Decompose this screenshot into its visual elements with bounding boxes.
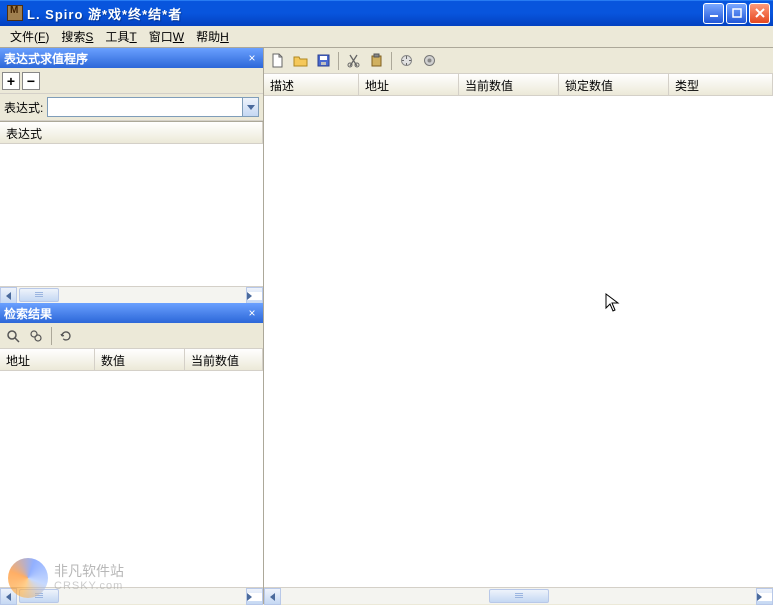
scroll-left-button[interactable] — [0, 588, 17, 605]
menu-window[interactable]: 窗口W — [143, 26, 190, 47]
pane-header-eval[interactable]: 表达式求值程序 × — [0, 48, 263, 68]
new-file-icon[interactable] — [266, 50, 288, 72]
main-col-description[interactable]: 描述 — [264, 74, 359, 95]
results-toolbar — [0, 323, 263, 349]
scroll-right-button[interactable] — [246, 287, 263, 304]
results-col-current[interactable]: 当前数值 — [185, 349, 263, 370]
save-file-icon[interactable] — [312, 50, 334, 72]
expression-dropdown-button[interactable] — [243, 97, 259, 117]
main-toolbar — [264, 48, 773, 74]
remove-expression-button[interactable]: − — [22, 72, 40, 90]
add-expression-button[interactable]: + — [2, 72, 20, 90]
results-hscroll — [0, 587, 263, 604]
expression-label: 表达式: — [4, 99, 43, 116]
eval-col-expression[interactable]: 表达式 — [0, 122, 263, 143]
pane-eval-close-icon[interactable]: × — [245, 51, 259, 65]
eval-hscroll — [0, 286, 263, 303]
main-col-type[interactable]: 类型 — [669, 74, 773, 95]
expression-input[interactable] — [47, 97, 243, 117]
refresh-tool-icon[interactable] — [55, 325, 77, 347]
menu-search[interactable]: 搜索S — [55, 26, 99, 47]
pane-results-title: 检索结果 — [4, 305, 52, 322]
main-col-current-value[interactable]: 当前数值 — [459, 74, 559, 95]
main-panel: 描述 地址 当前数值 锁定数值 类型 — [264, 48, 773, 604]
menu-bar: 文件(F) 搜索S 工具T 窗口W 帮助H — [0, 26, 773, 48]
main-col-locked-value[interactable]: 锁定数值 — [559, 74, 669, 95]
results-col-value[interactable]: 数值 — [95, 349, 185, 370]
paste-icon[interactable] — [365, 50, 387, 72]
scroll-right-button[interactable] — [756, 588, 773, 605]
title-bar: L. Spiro 游*戏*终*结*者 — [0, 0, 773, 26]
scroll-left-button[interactable] — [264, 588, 281, 605]
search-tool-icon[interactable] — [2, 325, 24, 347]
minimize-button[interactable] — [703, 3, 724, 24]
menu-help[interactable]: 帮助H — [190, 26, 235, 47]
menu-tools[interactable]: 工具T — [99, 26, 142, 47]
pane-eval-title: 表达式求值程序 — [4, 50, 88, 67]
main-col-address[interactable]: 地址 — [359, 74, 459, 95]
subsearch-tool-icon[interactable] — [25, 325, 47, 347]
scrollbar-track[interactable] — [281, 588, 756, 604]
results-list-body[interactable] — [0, 371, 263, 587]
close-button[interactable] — [749, 3, 770, 24]
scroll-left-button[interactable] — [0, 287, 17, 304]
eval-list-body[interactable] — [0, 144, 263, 286]
results-col-address[interactable]: 地址 — [0, 349, 95, 370]
scrollbar-thumb[interactable] — [19, 589, 59, 603]
engine1-icon[interactable] — [395, 50, 417, 72]
main-list-body[interactable] — [264, 96, 773, 587]
eval-list-header: 表达式 — [0, 122, 263, 144]
engine2-icon[interactable] — [418, 50, 440, 72]
main-list-header: 描述 地址 当前数值 锁定数值 类型 — [264, 74, 773, 96]
pane-header-results[interactable]: 检索结果 × — [0, 303, 263, 323]
scroll-right-button[interactable] — [246, 588, 263, 605]
window-title: L. Spiro 游*戏*终*结*者 — [27, 4, 701, 23]
search-results-pane: 检索结果 × 地址 数值 当前数值 — [0, 303, 263, 604]
app-icon — [7, 5, 23, 21]
maximize-button[interactable] — [726, 3, 747, 24]
scrollbar-track[interactable] — [17, 287, 246, 303]
scrollbar-track[interactable] — [17, 588, 246, 604]
expression-row: 表达式: — [0, 94, 263, 121]
scrollbar-thumb[interactable] — [19, 288, 59, 302]
main-hscroll — [264, 587, 773, 604]
eval-toolbar: + − — [0, 68, 263, 94]
scrollbar-thumb[interactable] — [489, 589, 549, 603]
pane-results-close-icon[interactable]: × — [245, 306, 259, 320]
menu-file[interactable]: 文件(F) — [4, 26, 55, 47]
open-file-icon[interactable] — [289, 50, 311, 72]
expression-eval-pane: 表达式求值程序 × + − 表达式: 表达式 — [0, 48, 263, 303]
left-panel: 表达式求值程序 × + − 表达式: 表达式 — [0, 48, 264, 604]
cut-icon[interactable] — [342, 50, 364, 72]
results-list-header: 地址 数值 当前数值 — [0, 349, 263, 371]
